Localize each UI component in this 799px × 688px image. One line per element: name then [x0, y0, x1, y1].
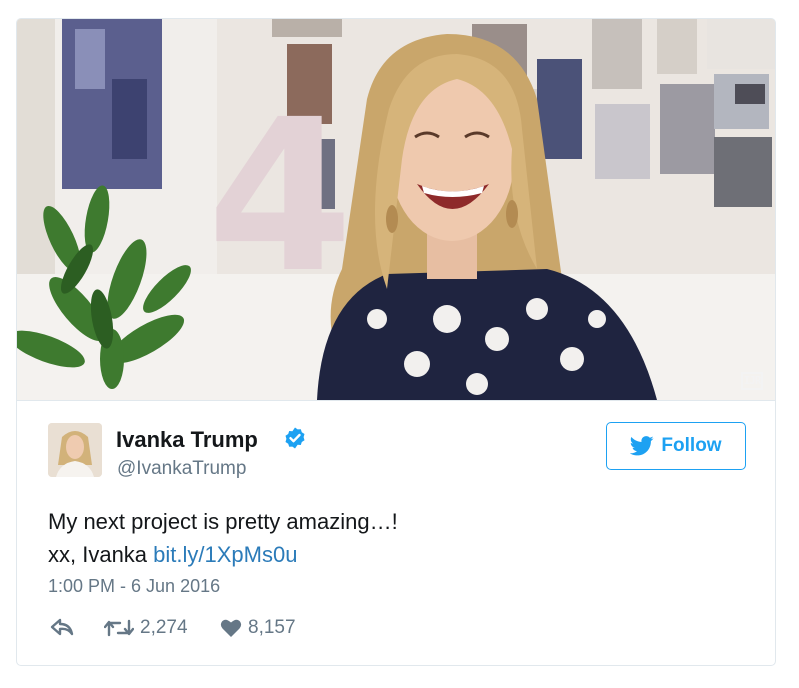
tweet-text-line2: xx, Ivanka bit.ly/1XpMs0u — [48, 538, 398, 571]
tweet-card: 4 IJR Ivanka Trump @IvankaTrump Follow M… — [16, 18, 776, 666]
author-handle[interactable]: @IvankaTrump — [117, 458, 246, 480]
media-illustration: 4 — [17, 19, 775, 400]
retweet-count: 2,274 — [140, 617, 188, 638]
reply-icon — [50, 618, 74, 636]
media-overlay-number: 4 — [207, 74, 353, 319]
tweet-link[interactable]: bit.ly/1XpMs0u — [153, 542, 297, 567]
tweet-text-line1: My next project is pretty amazing…! — [48, 509, 398, 534]
media-brand-mark: IJR — [741, 372, 763, 390]
verified-badge-icon — [285, 427, 305, 449]
like-button[interactable]: 8,157 — [220, 617, 296, 639]
heart-icon — [220, 619, 242, 637]
tweet-actions: 2,274 8,157 — [48, 617, 448, 645]
like-count: 8,157 — [248, 617, 296, 638]
follow-button[interactable]: Follow — [606, 422, 746, 470]
tweet-text: My next project is pretty amazing…! xx, … — [48, 505, 398, 571]
avatar-image — [48, 423, 102, 477]
follow-button-label: Follow — [661, 435, 722, 456]
tweet-timestamp[interactable]: 1:00 PM - 6 Jun 2016 — [48, 576, 220, 597]
retweet-button[interactable]: 2,274 — [104, 617, 188, 639]
twitter-bird-icon — [630, 436, 655, 456]
retweet-icon — [104, 619, 134, 637]
tweet-text-line2-prefix: xx, Ivanka — [48, 542, 154, 567]
author-name[interactable]: Ivanka Trump — [116, 427, 258, 453]
reply-button[interactable] — [50, 617, 74, 637]
tweet-media-photo[interactable]: 4 IJR — [17, 19, 775, 401]
avatar[interactable] — [48, 423, 102, 477]
